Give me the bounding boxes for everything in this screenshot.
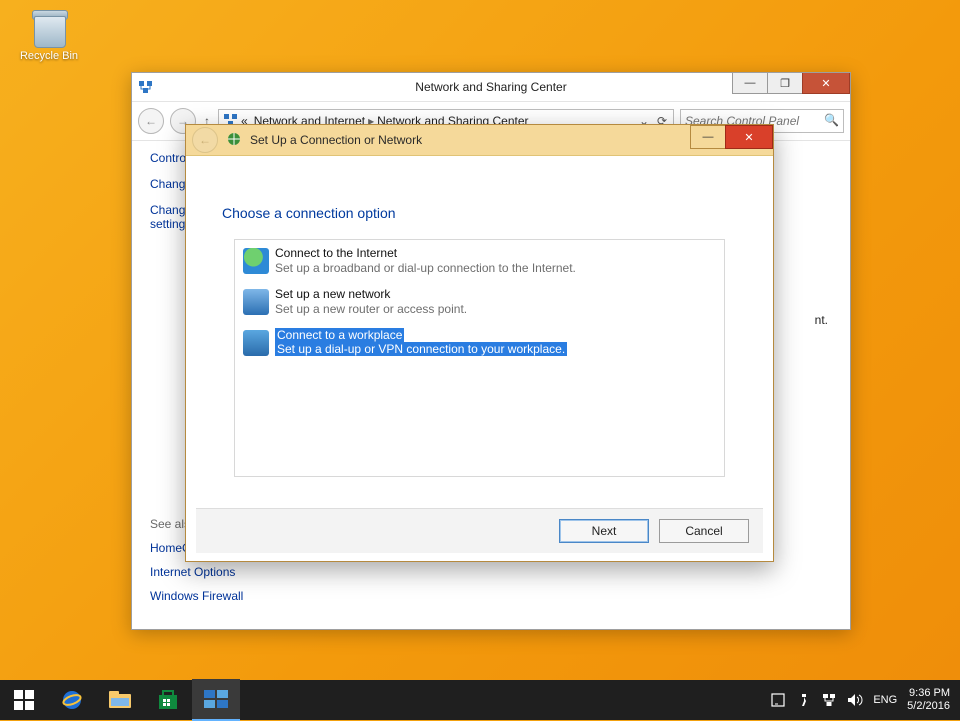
recycle-bin-label: Recycle Bin (14, 50, 84, 62)
option-connect-workplace[interactable]: Connect to a workplace Set up a dial-up … (235, 322, 724, 362)
titlebar[interactable]: Network and Sharing Center — ❐ ✕ (132, 73, 850, 102)
option-title: Set up a new network (275, 287, 467, 301)
option-setup-new-network[interactable]: Set up a new network Set up a new router… (235, 281, 724, 322)
window-controls: — ❐ ✕ (733, 73, 850, 94)
next-button[interactable]: Next (559, 519, 649, 543)
see-also-internet-options[interactable]: Internet Options (150, 565, 243, 579)
wizard-back-button[interactable]: ← (192, 127, 218, 153)
option-title: Connect to a workplace (275, 328, 404, 342)
window-setup-connection-wizard: ← Set Up a Connection or Network — ✕ Cho… (185, 124, 774, 562)
desktop[interactable]: Recycle Bin Network and Sharing Center —… (0, 0, 960, 680)
taskbar-item-control-panel[interactable] (192, 679, 240, 721)
minimize-button[interactable]: — (732, 73, 768, 94)
system-tray[interactable]: ENG 9:36 PM 5/2/2016 (771, 687, 960, 713)
tray-network-icon[interactable] (821, 693, 837, 707)
wizard-window-controls: — ✕ (691, 125, 773, 149)
option-subtitle: Set up a new router or access point. (275, 302, 467, 316)
tray-language[interactable]: ENG (873, 694, 897, 706)
wizard-heading: Choose a connection option (222, 205, 763, 221)
search-icon[interactable]: 🔍 (824, 113, 839, 127)
truncated-text: nt. (815, 313, 828, 327)
option-connect-internet[interactable]: Connect to the Internet Set up a broadba… (235, 240, 724, 281)
network-center-icon (138, 79, 154, 95)
connection-option-list[interactable]: Connect to the Internet Set up a broadba… (234, 239, 725, 477)
wizard-titlebar[interactable]: ← Set Up a Connection or Network — ✕ (186, 125, 773, 156)
globe-icon (243, 248, 269, 274)
see-also-windows-firewall[interactable]: Windows Firewall (150, 589, 243, 603)
start-button[interactable] (0, 680, 48, 720)
option-subtitle: Set up a dial-up or VPN connection to yo… (275, 342, 567, 356)
wizard-close-button[interactable]: ✕ (725, 125, 773, 149)
tray-clock[interactable]: 9:36 PM 5/2/2016 (907, 687, 950, 713)
option-subtitle: Set up a broadband or dial-up connection… (275, 261, 576, 275)
briefcase-icon (243, 330, 269, 356)
window-title: Network and Sharing Center (415, 80, 566, 94)
close-button[interactable]: ✕ (802, 73, 850, 94)
wizard-title-icon (226, 131, 242, 150)
option-title: Connect to the Internet (275, 246, 576, 260)
desktop-icon-recycle-bin[interactable]: Recycle Bin (14, 6, 84, 62)
tray-time: 9:36 PM (907, 687, 950, 700)
tray-volume-icon[interactable] (847, 693, 863, 707)
tray-power-icon[interactable] (795, 694, 811, 706)
wizard-minimize-button[interactable]: — (690, 125, 726, 149)
taskbar[interactable]: ENG 9:36 PM 5/2/2016 (0, 680, 960, 720)
tray-date: 5/2/2016 (907, 700, 950, 713)
tray-action-center-icon[interactable] (771, 693, 785, 707)
wizard-body: Choose a connection option Connect to th… (196, 195, 763, 505)
nav-back-button[interactable]: ← (138, 108, 164, 134)
wizard-footer: Next Cancel (196, 508, 763, 553)
taskbar-item-explorer[interactable] (96, 680, 144, 720)
recycle-bin-icon (28, 6, 70, 48)
taskbar-item-ie[interactable] (48, 680, 96, 720)
taskbar-item-store[interactable] (144, 680, 192, 720)
wizard-title: Set Up a Connection or Network (250, 133, 422, 147)
maximize-button[interactable]: ❐ (767, 73, 803, 94)
router-icon (243, 289, 269, 315)
cancel-button[interactable]: Cancel (659, 519, 749, 543)
